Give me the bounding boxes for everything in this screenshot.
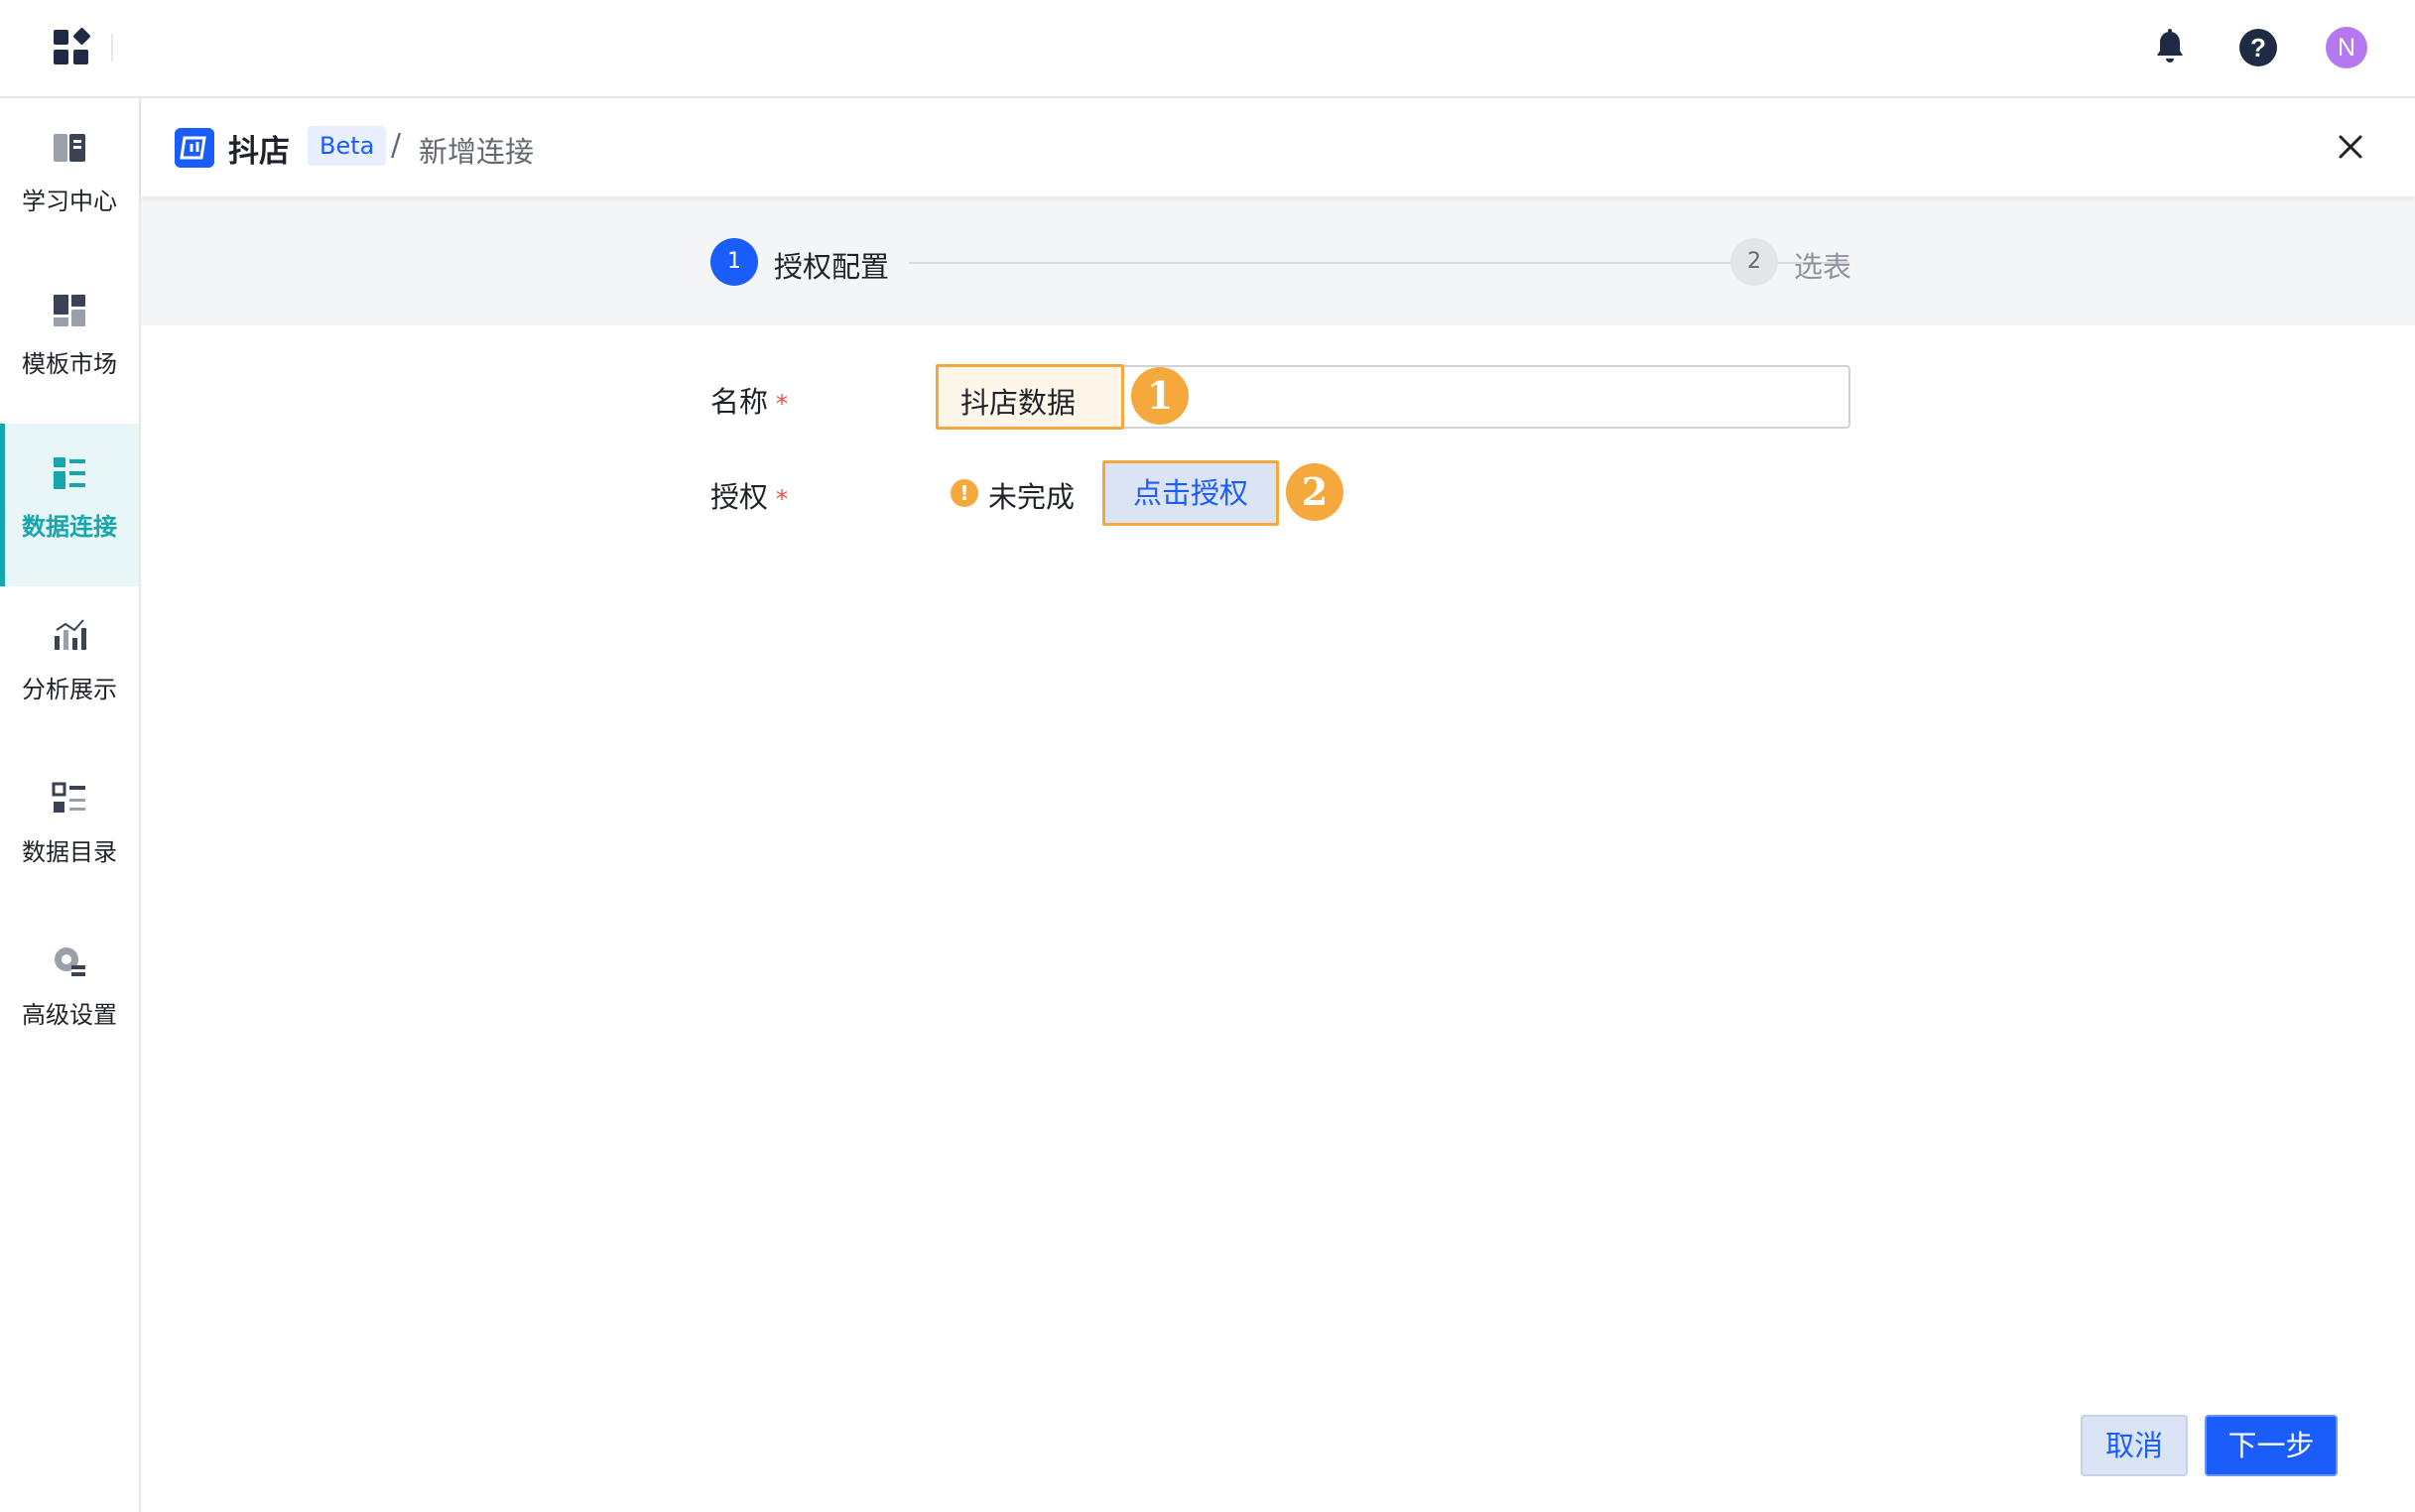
name-label-text: 名称 (710, 385, 769, 419)
topbar-divider (111, 34, 113, 62)
step-2-number: 2 (1730, 238, 1778, 286)
book-icon (54, 134, 85, 162)
beta-badge: Beta (308, 126, 387, 166)
sidebar-item-label: 数据连接 (22, 513, 117, 541)
bar-chart-icon (55, 619, 86, 650)
top-bar: ? N (0, 0, 2415, 98)
douyin-shop-logo-icon (175, 128, 214, 168)
next-step-button[interactable]: 下一步 (2205, 1415, 2338, 1476)
sidebar-item-advanced-settings[interactable]: 高级设置 (0, 912, 139, 1074)
callout-badge-2: 2 (1286, 463, 1343, 521)
auth-field-label: 授权 * (710, 474, 788, 516)
avatar[interactable]: N (2326, 27, 2367, 68)
step-1-label: 授权配置 (774, 250, 890, 284)
close-icon[interactable] (2334, 130, 2367, 164)
template-grid-icon (54, 295, 85, 326)
authorize-button[interactable]: 点击授权 (1102, 460, 1279, 526)
steps-bar: 1 授权配置 2 选表 (141, 196, 2415, 325)
auth-label-text: 授权 (710, 480, 769, 514)
sidebar-item-data-catalog[interactable]: 数据目录 (0, 749, 139, 912)
sidebar-item-label: 学习中心 (22, 188, 117, 215)
question-circle-icon[interactable]: ? (2236, 26, 2280, 69)
sidebar-item-template-market[interactable]: 模板市场 (0, 261, 139, 424)
auth-status-text: 未完成 (988, 480, 1076, 514)
callout-badge-1: 1 (1131, 367, 1189, 425)
brand-name: 抖店 (228, 134, 290, 170)
step-connector (909, 262, 1849, 264)
sidebar-item-label: 高级设置 (22, 1001, 117, 1029)
svg-text:?: ? (2250, 33, 2266, 63)
page-header: 抖店 Beta / 新增连接 (141, 98, 2415, 196)
breadcrumb-current-page: 新增连接 (419, 135, 535, 169)
cancel-button[interactable]: 取消 (2081, 1415, 2188, 1476)
warning-icon: ! (951, 479, 978, 507)
data-connection-icon (54, 457, 85, 489)
catalog-list-icon (52, 782, 85, 813)
breadcrumb-separator: / (391, 128, 402, 163)
sidebar-item-label: 模板市场 (22, 350, 117, 378)
name-field-label: 名称 * (710, 379, 788, 421)
name-input-value[interactable]: 抖店数据 (960, 380, 1076, 422)
app-grid-icon[interactable] (52, 28, 91, 67)
step-1-number: 1 (710, 238, 758, 286)
sidebar-item-label: 分析展示 (22, 676, 117, 703)
required-mark: * (776, 390, 789, 418)
sidebar-item-analysis[interactable]: 分析展示 (0, 586, 139, 749)
bell-icon[interactable] (2148, 26, 2192, 69)
gear-icon (55, 947, 85, 976)
sidebar-item-label: 数据目录 (22, 838, 117, 866)
required-mark: * (776, 485, 789, 513)
sidebar: 学习中心 模板市场 数据连接 分析展示 数据目录 高级设置 (0, 98, 141, 1512)
step-2-label: 选表 (1794, 250, 1852, 284)
sidebar-item-learning-center[interactable]: 学习中心 (0, 98, 139, 261)
sidebar-item-data-connection[interactable]: 数据连接 (0, 424, 139, 586)
